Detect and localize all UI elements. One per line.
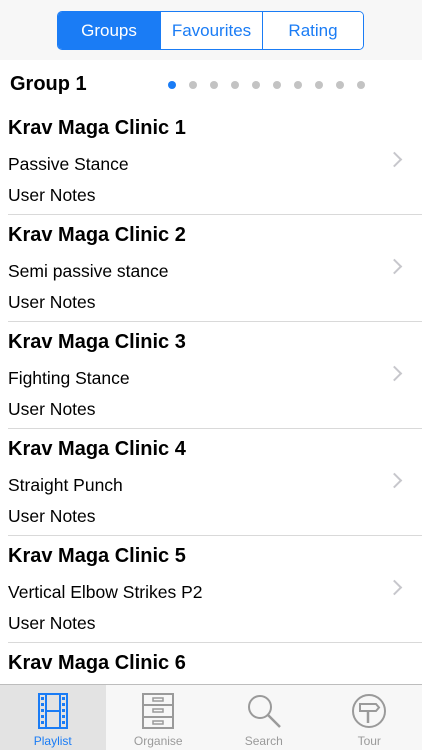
page-dot[interactable]	[357, 81, 365, 89]
page-dot[interactable]	[336, 81, 344, 89]
cabinet-icon	[138, 691, 178, 731]
chevron-right-icon	[386, 258, 403, 275]
video-list: Krav Maga Clinic 1 Passive Stance User N…	[0, 108, 422, 750]
chevron-right-icon	[386, 365, 403, 382]
item-title: Krav Maga Clinic 5	[8, 545, 186, 567]
page-dot[interactable]	[252, 81, 260, 89]
item-notes: User Notes	[8, 613, 96, 633]
page-dot[interactable]	[189, 81, 197, 89]
page-dot[interactable]	[210, 81, 218, 89]
signpost-icon	[349, 691, 389, 731]
page-dot[interactable]	[315, 81, 323, 89]
segmented-control: Groups Favourites Rating	[57, 11, 364, 50]
item-subtitle: Passive Stance	[8, 154, 129, 174]
tab-label: Search	[244, 734, 283, 748]
item-notes: User Notes	[8, 506, 96, 526]
page-dot[interactable]	[273, 81, 281, 89]
page-dot[interactable]	[231, 81, 239, 89]
group-title: Group 1	[10, 73, 87, 95]
item-subtitle: Fighting Stance	[8, 368, 130, 388]
item-title: Krav Maga Clinic 4	[8, 438, 186, 460]
chevron-right-icon	[386, 151, 403, 168]
list-item[interactable]: Krav Maga Clinic 2 Semi passive stance U…	[0, 215, 422, 322]
list-item[interactable]: Krav Maga Clinic 5 Vertical Elbow Strike…	[0, 536, 422, 643]
item-notes: User Notes	[8, 185, 96, 205]
segment-rating[interactable]: Rating	[262, 12, 363, 49]
item-title: Krav Maga Clinic 6	[8, 652, 186, 674]
group-header: Group 1	[0, 62, 422, 108]
top-bar: Groups Favourites Rating	[0, 0, 422, 60]
list-item[interactable]: Krav Maga Clinic 4 Straight Punch User N…	[0, 429, 422, 536]
item-notes: User Notes	[8, 399, 96, 419]
page-dot[interactable]	[294, 81, 302, 89]
tab-label: Playlist	[33, 734, 72, 748]
tab-label: Tour	[357, 734, 381, 748]
item-notes: User Notes	[8, 292, 96, 312]
list-item[interactable]: Krav Maga Clinic 1 Passive Stance User N…	[0, 108, 422, 215]
tab-label: Organise	[133, 734, 183, 748]
magnifier-icon	[244, 691, 284, 731]
item-title: Krav Maga Clinic 2	[8, 224, 186, 246]
tab-tour[interactable]: Tour	[317, 685, 422, 750]
segment-groups[interactable]: Groups	[58, 12, 160, 49]
item-title: Krav Maga Clinic 1	[8, 117, 186, 139]
item-subtitle: Vertical Elbow Strikes P2	[8, 582, 203, 602]
film-strip-icon	[33, 691, 73, 731]
item-title: Krav Maga Clinic 3	[8, 331, 186, 353]
tab-bar: Playlist Organise Search Tour	[0, 684, 422, 750]
tab-search[interactable]: Search	[211, 685, 317, 750]
chevron-right-icon	[386, 472, 403, 489]
screen: Groups Favourites Rating Group 1 Krav Ma…	[0, 0, 422, 750]
page-indicator[interactable]	[168, 81, 365, 89]
page-dot[interactable]	[168, 81, 176, 89]
list-item[interactable]: Krav Maga Clinic 3 Fighting Stance User …	[0, 322, 422, 429]
item-subtitle: Semi passive stance	[8, 261, 169, 281]
tab-playlist[interactable]: Playlist	[0, 685, 106, 750]
chevron-right-icon	[386, 579, 403, 596]
item-subtitle: Straight Punch	[8, 475, 123, 495]
segment-favourites[interactable]: Favourites	[160, 12, 262, 49]
tab-organise[interactable]: Organise	[106, 685, 212, 750]
